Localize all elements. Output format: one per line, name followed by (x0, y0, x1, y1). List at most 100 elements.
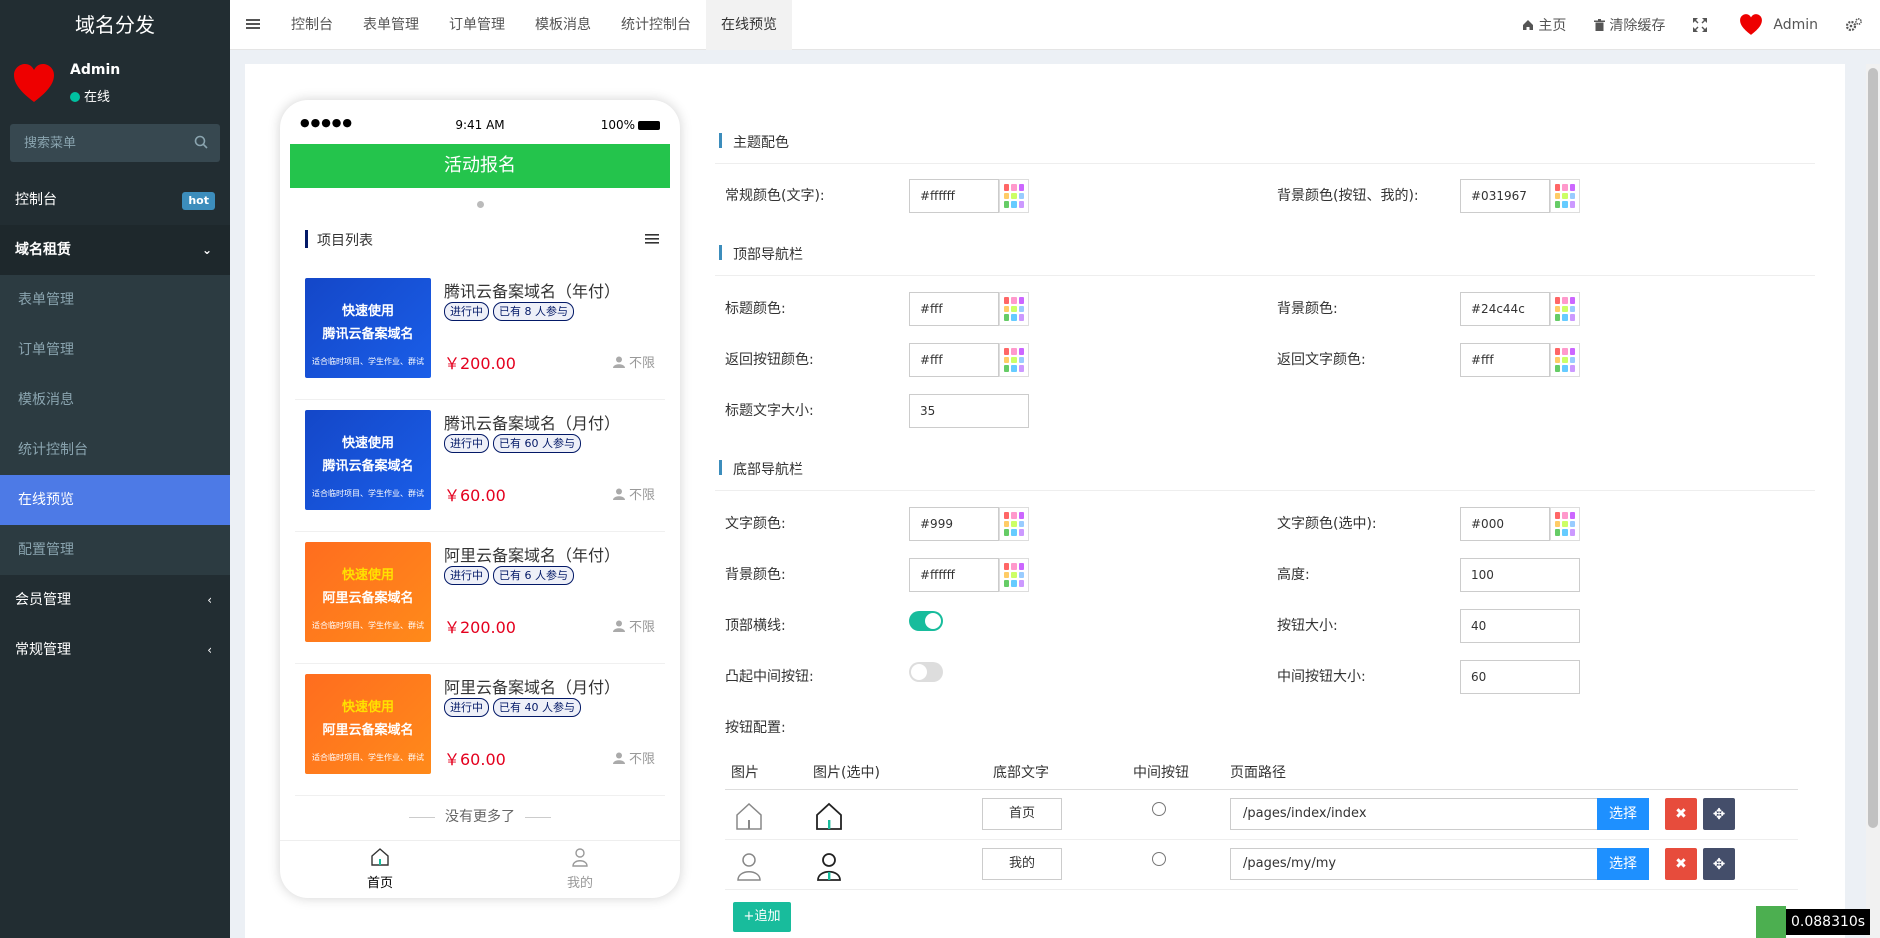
list-item[interactable]: 快速使用 阿里云备案域名 适合临时项目、学生作业、群试 阿里云备案域名（年付） 进行… (295, 532, 665, 664)
color-picker-icon[interactable] (999, 558, 1029, 592)
thumb-line2: 腾讯云备案域名 (322, 459, 414, 474)
bottom-bg-color-input[interactable]: #ffffff (909, 558, 999, 592)
back-text-color-input[interactable]: #fff (1460, 343, 1550, 377)
page-path-input[interactable]: /pages/my/my (1230, 848, 1598, 880)
list-item[interactable]: 快速使用 腾讯云备案域名 适合临时项目、学生作业、群试 腾讯云备案域名（年付） 进行… (295, 268, 665, 400)
list-menu-icon[interactable] (645, 232, 659, 246)
item-name: 阿里云备案域名（年付） (444, 546, 621, 565)
sidebar-sub-forms[interactable]: 表单管理 (0, 275, 230, 325)
sidebar-item-dashboard[interactable]: 控制台 hot (0, 175, 230, 225)
sidebar-item-general[interactable]: 常规管理 ‹ (0, 625, 230, 675)
table-header: 图片 图片(选中) 底部文字 中间按钮 页面路径 (725, 752, 1798, 790)
debug-timer: 0.088310s (1756, 906, 1871, 938)
sidebar-item-label: 域名租赁 (15, 242, 71, 258)
sidebar-sub-templates[interactable]: 模板消息 (0, 375, 230, 425)
list-item[interactable]: 快速使用 阿里云备案域名 适合临时项目、学生作业、群试 阿里云备案域名（月付） 进行… (295, 664, 665, 796)
debug-logo-icon[interactable] (1756, 906, 1786, 938)
color-picker-icon[interactable] (999, 179, 1029, 213)
tab-orders[interactable]: 订单管理 (434, 0, 520, 50)
select-path-button[interactable]: 选择 (1597, 848, 1649, 880)
thumb-line2: 阿里云备案域名 (322, 723, 414, 738)
fullscreen-button[interactable] (1679, 18, 1725, 32)
middle-button-radio[interactable] (1152, 852, 1166, 866)
home-selected-icon[interactable] (813, 800, 845, 832)
sidebar-item-domain-rent[interactable]: 域名租赁 ⌄ (0, 225, 230, 275)
admin-menu[interactable]: Admin (1725, 14, 1832, 36)
text-color-input[interactable]: #ffffff (909, 179, 999, 213)
section-accent (719, 245, 722, 260)
tab-templates[interactable]: 模板消息 (520, 0, 606, 50)
hamburger-icon[interactable] (246, 17, 260, 31)
sidebar-item-members[interactable]: 会员管理 ‹ (0, 575, 230, 625)
user-icon[interactable] (733, 850, 765, 882)
height-label: 高度: (1277, 567, 1310, 583)
color-picker-icon[interactable] (1550, 179, 1580, 213)
item-name: 腾讯云备案域名（月付） (444, 414, 621, 433)
sidebar-sub-config[interactable]: 配置管理 (0, 525, 230, 575)
menu-search-input[interactable] (10, 124, 220, 162)
user-selected-icon[interactable] (813, 850, 845, 882)
middle-button-radio[interactable] (1152, 802, 1166, 816)
chevron-left-icon: ‹ (207, 593, 212, 607)
list-item[interactable]: 快速使用 腾讯云备案域名 适合临时项目、学生作业、群试 腾讯云备案域名（月付） 进行… (295, 400, 665, 532)
delete-row-button[interactable]: ✖ (1665, 848, 1697, 880)
bottom-nav-home[interactable]: 首页 (280, 841, 480, 898)
move-row-button[interactable]: ✥ (1703, 798, 1735, 830)
home-link[interactable]: 主页 (1508, 15, 1580, 35)
back-btn-color-input[interactable]: #fff (909, 343, 999, 377)
color-picker-icon[interactable] (999, 507, 1029, 541)
table-row: 首页 /pages/index/index 选择 ✖ ✥ (725, 790, 1798, 840)
carousel-dot[interactable] (476, 201, 484, 208)
btn-config-label: 按钮配置: (725, 720, 786, 736)
tab-forms[interactable]: 表单管理 (348, 0, 434, 50)
item-name: 腾讯云备案域名（年付） (444, 282, 621, 301)
item-name: 阿里云备案域名（月付） (444, 678, 621, 697)
search-icon[interactable] (194, 135, 208, 149)
home-icon[interactable] (733, 800, 765, 832)
top-line-toggle[interactable] (909, 611, 943, 631)
tab-stats[interactable]: 统计控制台 (606, 0, 706, 50)
color-picker-icon[interactable] (999, 292, 1029, 326)
item-thumbnail: 快速使用 腾讯云备案域名 适合临时项目、学生作业、群试 (305, 410, 431, 510)
item-thumbnail: 快速使用 腾讯云备案域名 适合临时项目、学生作业、群试 (305, 278, 431, 378)
bg-color-input[interactable]: #031967 (1460, 179, 1550, 213)
title-size-input[interactable]: 35 (909, 394, 1029, 428)
add-button[interactable]: +追加 (733, 902, 791, 932)
page-path-input[interactable]: /pages/index/index (1230, 798, 1598, 830)
tab-dashboard[interactable]: 控制台 (276, 0, 348, 50)
color-picker-icon[interactable] (1550, 507, 1580, 541)
tab-preview[interactable]: 在线预览 (706, 0, 792, 50)
sidebar-sub-orders[interactable]: 订单管理 (0, 325, 230, 375)
color-picker-icon[interactable] (999, 343, 1029, 377)
thumb-line3: 适合临时项目、学生作业、群试 (312, 621, 424, 630)
sidebar-sub-stats[interactable]: 统计控制台 (0, 425, 230, 475)
sidebar-sub-preview[interactable]: 在线预览 (0, 475, 230, 525)
btn-size-input[interactable]: 40 (1460, 609, 1580, 643)
bottom-text-color-input[interactable]: #999 (909, 507, 999, 541)
bottom-nav-mine[interactable]: 我的 (480, 841, 680, 898)
color-picker-icon[interactable] (1550, 343, 1580, 377)
app-logo[interactable]: 域名分发 (0, 0, 230, 50)
color-picker-icon[interactable] (1550, 292, 1580, 326)
page-scrollbar[interactable] (1866, 64, 1880, 938)
joined-tag: 已有 8 人参与 (493, 302, 574, 321)
settings-button[interactable] (1832, 18, 1880, 32)
select-path-button[interactable]: 选择 (1597, 798, 1649, 830)
top-bg-color-input[interactable]: #24c44c (1460, 292, 1550, 326)
raised-toggle[interactable] (909, 662, 943, 682)
clear-cache-link[interactable]: 清除缓存 (1580, 15, 1679, 35)
move-row-button[interactable]: ✥ (1703, 848, 1735, 880)
scrollbar-thumb[interactable] (1868, 68, 1878, 828)
title-color-input[interactable]: #fff (909, 292, 999, 326)
expand-icon (1693, 18, 1708, 32)
height-input[interactable]: 100 (1460, 558, 1580, 592)
bottom-text-sel-color-input[interactable]: #000 (1460, 507, 1550, 541)
joined-tag: 已有 6 人参与 (493, 566, 574, 585)
item-tags: 进行中 已有 6 人参与 (444, 566, 578, 585)
clear-cache-label: 清除缓存 (1609, 18, 1666, 34)
mid-btn-size-input[interactable]: 60 (1460, 660, 1580, 694)
bottom-text-input[interactable]: 首页 (982, 798, 1062, 830)
bottom-text-input[interactable]: 我的 (982, 848, 1062, 880)
user-icon (612, 620, 625, 632)
delete-row-button[interactable]: ✖ (1665, 798, 1697, 830)
